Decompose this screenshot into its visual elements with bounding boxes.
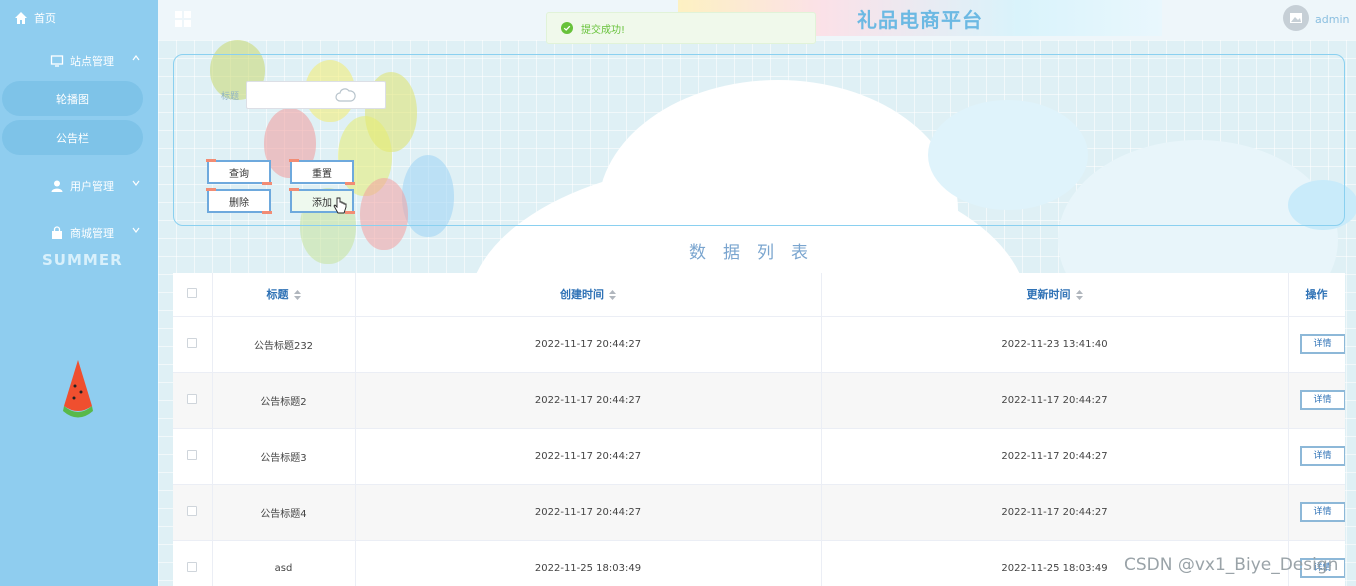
cell-updated-time: 2022-11-17 20:44:27: [821, 372, 1289, 429]
cell-title: asd: [212, 540, 356, 586]
delete-button[interactable]: 删除: [206, 188, 272, 214]
cell-title: 公告标题3: [212, 428, 356, 485]
nav-site-management-label: 站点管理: [70, 55, 114, 68]
table-row[interactable]: 公告标题4 2022-11-17 20:44:27 2022-11-17 20:44…: [173, 484, 1345, 541]
cell-title: 公告标题2: [212, 372, 356, 429]
username[interactable]: admin: [1315, 13, 1349, 26]
sort-icon[interactable]: [609, 290, 616, 301]
row-checkbox[interactable]: [187, 449, 198, 460]
table-row[interactable]: 公告标题2 2022-11-17 20:44:27 2022-11-17 20:44…: [173, 372, 1345, 429]
image-icon: [1290, 13, 1302, 23]
detail-button[interactable]: 详情: [1299, 502, 1345, 522]
row-checkbox[interactable]: [187, 337, 198, 348]
cell-title: 公告标题232: [212, 316, 356, 373]
title-search-input[interactable]: [246, 81, 386, 109]
nav-home[interactable]: 首页: [0, 2, 158, 34]
sidebar-item-notice-label: 公告栏: [56, 131, 89, 145]
chevron-down-icon: [132, 180, 140, 186]
nav-user-management-label: 用户管理: [70, 180, 114, 193]
column-header-title[interactable]: 标题: [212, 273, 356, 317]
home-icon: [15, 12, 27, 24]
cell-updated-time: 2022-11-23 13:41:40: [821, 316, 1289, 373]
column-header-created[interactable]: 创建时间: [355, 273, 822, 317]
row-checkbox[interactable]: [187, 393, 198, 404]
select-all-cell: [173, 273, 213, 317]
select-all-checkbox[interactable]: [187, 287, 198, 298]
cloud-icon: [335, 88, 356, 102]
monitor-icon: [50, 55, 64, 67]
row-select-cell: [173, 428, 213, 485]
toast-message: 提交成功!: [581, 24, 626, 36]
sidebar-item-carousel-label: 轮播图: [56, 92, 89, 106]
sidebar-item-notice[interactable]: 公告栏: [2, 120, 143, 155]
table-row[interactable]: 公告标题232 2022-11-17 20:44:27 2022-11-23 13:…: [173, 316, 1345, 373]
cell-created-time: 2022-11-17 20:44:27: [355, 484, 822, 541]
avatar[interactable]: [1283, 5, 1309, 31]
nav-mall-management[interactable]: 商城管理: [0, 217, 158, 249]
detail-button[interactable]: 详情: [1299, 390, 1345, 410]
watermelon-icon: [63, 360, 93, 418]
cell-created-time: 2022-11-25 18:03:49: [355, 540, 822, 586]
menu-toggle-icon[interactable]: [174, 10, 192, 28]
nav-user-management[interactable]: 用户管理: [0, 170, 158, 202]
chevron-down-icon: [132, 227, 140, 233]
cell-updated-time: 2022-11-17 20:44:27: [821, 428, 1289, 485]
data-table: 标题 创建时间 更新时间 操作 公告标题232 2022-11-17 20:44:…: [173, 273, 1345, 586]
cell-created-time: 2022-11-17 20:44:27: [355, 428, 822, 485]
watermark: CSDN @vx1_Biye_Design: [1124, 555, 1339, 575]
nav-mall-management-label: 商城管理: [70, 227, 114, 240]
cell-action: 详情: [1288, 316, 1345, 373]
row-checkbox[interactable]: [187, 561, 198, 572]
query-button[interactable]: 查询: [206, 159, 272, 185]
row-checkbox[interactable]: [187, 505, 198, 516]
table-row[interactable]: 公告标题3 2022-11-17 20:44:27 2022-11-17 20:44…: [173, 428, 1345, 485]
sidebar: 首页 站点管理 轮播图 公告栏 用户管理 商城管理 SUMMER: [0, 0, 158, 586]
reset-button[interactable]: 重置: [289, 159, 355, 185]
nav-site-management[interactable]: 站点管理: [0, 45, 158, 77]
title-label: 标题: [221, 92, 240, 102]
column-header-updated[interactable]: 更新时间: [821, 273, 1289, 317]
sort-icon[interactable]: [293, 290, 301, 301]
check-circle-icon: [561, 22, 573, 34]
cell-created-time: 2022-11-17 20:44:27: [355, 372, 822, 429]
bag-icon: [52, 226, 62, 239]
cell-created-time: 2022-11-17 20:44:27: [355, 316, 822, 373]
hand-cursor-icon: [333, 197, 347, 214]
cell-updated-time: 2022-11-17 20:44:27: [821, 484, 1289, 541]
column-header-action: 操作: [1288, 273, 1345, 317]
summer-decoration: SUMMER: [42, 251, 123, 269]
data-list-heading: 数据列表: [689, 243, 825, 263]
cell-title: 公告标题4: [212, 484, 356, 541]
cell-action: 详情: [1288, 372, 1345, 429]
cell-action: 详情: [1288, 428, 1345, 485]
row-select-cell: [173, 316, 213, 373]
sort-icon[interactable]: [1075, 290, 1083, 301]
row-select-cell: [173, 372, 213, 429]
row-select-cell: [173, 540, 213, 586]
chevron-up-icon: [132, 55, 140, 61]
detail-button[interactable]: 详情: [1299, 446, 1345, 466]
row-select-cell: [173, 484, 213, 541]
success-toast: 提交成功!: [546, 12, 816, 44]
detail-button[interactable]: 详情: [1299, 334, 1345, 354]
nav-home-label: 首页: [34, 12, 56, 25]
cell-action: 详情: [1288, 484, 1345, 541]
sidebar-item-carousel[interactable]: 轮播图: [2, 81, 143, 116]
user-icon: [51, 180, 63, 192]
